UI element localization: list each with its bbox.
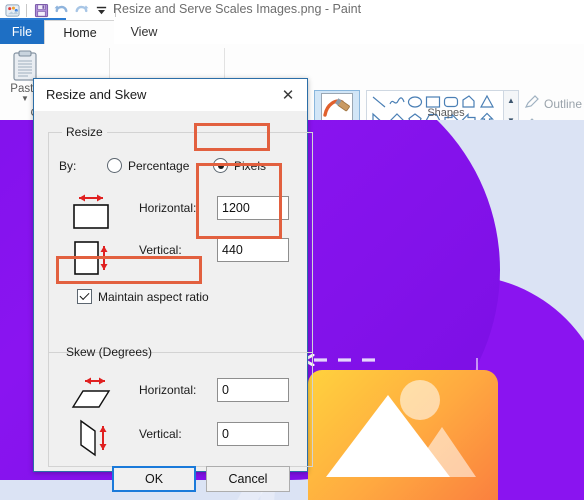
skew-horizontal-label: Horizontal: xyxy=(139,383,197,397)
qat-divider xyxy=(26,3,27,17)
shapes-group-label: Shapes xyxy=(427,107,465,119)
save-icon[interactable] xyxy=(31,1,51,19)
vertical-resize-icon xyxy=(69,237,113,282)
skew-group-legend: Skew (Degrees) xyxy=(66,345,153,359)
horizontal-skew-icon xyxy=(69,373,117,416)
maintain-aspect-ratio-indicator[interactable] xyxy=(77,289,92,304)
image-placeholder-card xyxy=(308,370,498,500)
ok-button[interactable]: OK xyxy=(112,466,196,492)
resize-horizontal-input[interactable] xyxy=(217,196,289,220)
skew-vertical-label: Vertical: xyxy=(139,427,182,441)
pixels-label: Pixels xyxy=(234,158,267,173)
close-icon[interactable]: ✕ xyxy=(273,83,303,107)
tab-view[interactable]: View xyxy=(114,20,174,44)
maintain-aspect-ratio-checkbox[interactable]: Maintain aspect ratio xyxy=(77,289,209,304)
tab-file[interactable]: File xyxy=(0,20,44,44)
cancel-button[interactable]: Cancel xyxy=(206,466,290,492)
outline-icon xyxy=(524,94,540,113)
by-label-row: By: xyxy=(59,159,76,173)
undo-icon[interactable] xyxy=(51,1,71,19)
paint-window: Resize and Serve Scales Images.png - Pai… xyxy=(0,0,584,500)
dialog-title-bar: Resize and Skew ✕ xyxy=(34,79,307,111)
horizontal-resize-icon xyxy=(69,191,113,234)
customize-caret-icon[interactable] xyxy=(91,1,111,19)
dialog-body: Resize By: Percentage Pixels Horizontal: xyxy=(34,111,313,492)
skew-horizontal-input[interactable] xyxy=(217,378,289,402)
by-label: By: xyxy=(59,159,77,173)
resize-vertical-label: Vertical: xyxy=(139,243,182,257)
redo-icon[interactable] xyxy=(71,1,91,19)
skew-group: Skew (Degrees) Horizontal: Vertical: xyxy=(48,345,313,467)
paste-caret-icon[interactable]: ▼ xyxy=(21,95,29,103)
pixels-radio-indicator[interactable] xyxy=(213,158,228,173)
percentage-label: Percentage xyxy=(128,158,190,173)
outline-button[interactable]: Outline xyxy=(524,94,582,113)
vertical-skew-icon xyxy=(69,417,117,462)
maintain-aspect-ratio-label: Maintain aspect ratio xyxy=(98,289,209,304)
percentage-radio[interactable]: Percentage xyxy=(107,158,189,173)
pixels-radio[interactable]: Pixels xyxy=(213,158,266,173)
percentage-radio-indicator[interactable] xyxy=(107,158,122,173)
dialog-title: Resize and Skew xyxy=(46,87,147,102)
resize-vertical-input[interactable] xyxy=(217,238,289,262)
tab-home[interactable]: Home xyxy=(44,20,116,45)
skew-vertical-input[interactable] xyxy=(217,422,289,446)
paint-icon[interactable] xyxy=(2,1,22,19)
mountain-large-icon xyxy=(326,395,450,477)
resize-group: Resize By: Percentage Pixels Horizontal: xyxy=(48,125,313,353)
dashed-arrow-icon xyxy=(302,354,386,366)
window-title: Resize and Serve Scales Images.png - Pai… xyxy=(113,2,362,16)
title-bar: Resize and Serve Scales Images.png - Pai… xyxy=(0,0,584,20)
ribbon-tabstrip: File Home View xyxy=(0,20,584,45)
outline-label: Outline xyxy=(544,96,583,111)
resize-horizontal-label: Horizontal: xyxy=(139,201,197,215)
resize-and-skew-dialog: Resize and Skew ✕ Resize By: Percentage … xyxy=(33,78,313,492)
resize-group-legend: Resize xyxy=(66,125,103,139)
quick-access-toolbar xyxy=(2,1,120,19)
